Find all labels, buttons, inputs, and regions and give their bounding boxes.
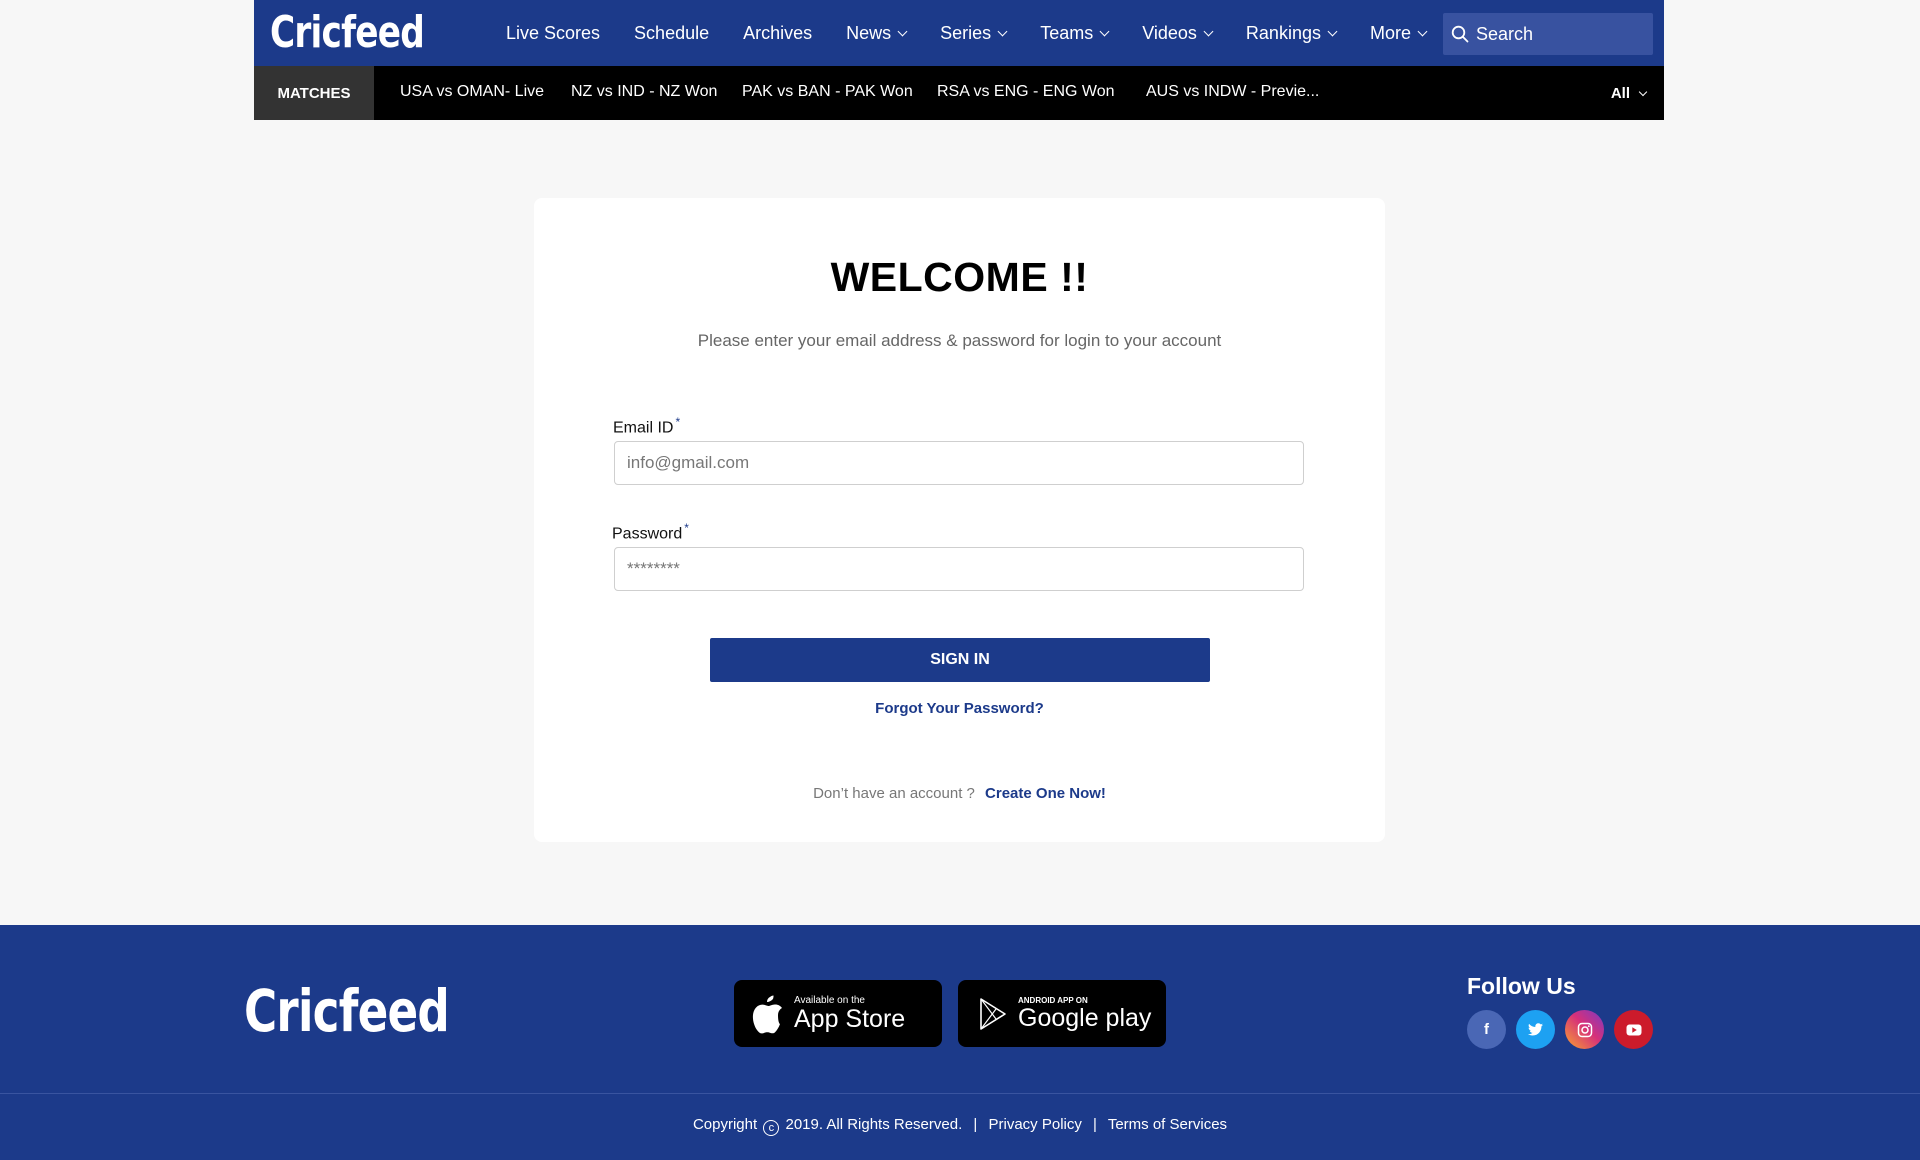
login-subtitle: Please enter your email address & passwo… [697,331,1222,350]
youtube-glyph-icon [1626,1024,1641,1035]
main-nav: Live Scores Schedule Archives News Serie… [506,0,1460,66]
nav-series[interactable]: Series [940,22,1008,44]
twitter-bird-icon [1528,1023,1543,1036]
copyright-text: 2019. All Rights Reserved. [785,1116,963,1133]
login-card: WELCOME !! Please enter your email addre… [534,198,1385,842]
google-play-badge[interactable]: ANDROID APP ON Google play [958,980,1166,1047]
footer-divider [0,1093,1920,1094]
nav-label: Archives [743,22,813,43]
footer: Cricfeed Available on the App Store ANDR… [0,925,1920,1160]
site-logo[interactable]: Cricfeed [270,7,425,58]
signup-prompt: Don’t have an account ? Create One Now! [534,785,1385,802]
match-item[interactable]: PAK vs BAN - PAK Won [742,83,913,101]
nav-label: Videos [1142,22,1197,43]
match-item[interactable]: RSA vs ENG - ENG Won [937,83,1115,101]
nav-label: Live Scores [506,22,601,43]
match-filter-label: All [1610,85,1630,102]
nav-label: Schedule [634,22,710,43]
required-mark: * [684,521,689,535]
sign-in-button[interactable]: SIGN IN [710,638,1210,682]
search-box [1443,13,1653,55]
chevron-down-icon [997,26,1008,36]
separator: | [1093,1116,1097,1133]
nav-schedule[interactable]: Schedule [634,23,709,44]
chevron-down-icon [1099,26,1110,36]
privacy-policy-link[interactable]: Privacy Policy [989,1116,1082,1133]
google-play-text: ANDROID APP ON Google play [1018,996,1151,1031]
follow-us-heading: Follow Us [1467,973,1576,999]
nav-rankings[interactable]: Rankings [1245,22,1338,44]
chevron-down-icon [897,26,908,36]
match-filter-dropdown[interactable]: All [1610,85,1648,102]
nav-label: Series [940,22,992,43]
instagram-glyph-icon [1577,1022,1592,1037]
app-store-big-text: App Store [794,1005,906,1033]
copyright-symbol-icon: c [763,1120,780,1136]
chevron-down-icon [1203,26,1214,36]
separator: | [973,1116,978,1133]
password-label-text: Password [612,525,683,543]
nav-news[interactable]: News [846,22,908,44]
nav-more[interactable]: More [1369,22,1428,44]
email-label-text: Email ID [613,419,674,437]
nav-live-scores[interactable]: Live Scores [506,23,600,44]
terms-link[interactable]: Terms of Services [1108,1116,1227,1133]
youtube-icon[interactable] [1614,1010,1653,1049]
no-account-text: Don’t have an account ? [813,785,975,802]
copyright-prefix: Copyright [692,1116,758,1133]
search-input[interactable] [1476,23,1636,45]
match-item[interactable]: NZ vs IND - NZ Won [571,83,717,101]
match-item[interactable]: USA vs OMAN- Live [400,83,544,101]
nav-label: Teams [1040,22,1094,43]
nav-label: News [846,22,892,43]
chevron-down-icon [1638,87,1648,96]
app-store-badge[interactable]: Available on the App Store [734,980,942,1047]
login-title: WELCOME !! [830,254,1089,300]
password-label: Password * [612,521,689,543]
social-links: f [1467,1010,1663,1049]
twitter-icon[interactable] [1516,1010,1555,1049]
footer-logo[interactable]: Cricfeed [244,977,450,1045]
facebook-icon[interactable]: f [1467,1010,1506,1049]
nav-label: Rankings [1245,22,1321,43]
email-field[interactable] [614,441,1304,485]
password-field[interactable] [614,547,1304,591]
forgot-password-link[interactable]: Forgot Your Password? [534,700,1385,717]
app-store-text: Available on the App Store [794,995,905,1032]
apple-icon [752,995,782,1033]
matches-label: MATCHES [254,66,374,120]
copyright-bar: Copyright c 2019. All Rights Reserved. |… [0,1116,1920,1136]
matches-ticker: MATCHES USA vs OMAN- Live NZ vs IND - NZ… [254,66,1664,120]
nav-teams[interactable]: Teams [1040,22,1110,44]
nav-label: More [1369,22,1411,43]
chevron-down-icon [1417,26,1428,36]
google-play-icon [980,997,1006,1030]
chevron-down-icon [1327,26,1338,36]
instagram-icon[interactable] [1565,1010,1604,1049]
nav-videos[interactable]: Videos [1142,22,1214,44]
search-icon [1451,25,1469,43]
create-account-link[interactable]: Create One Now! [985,785,1106,802]
required-mark: * [675,415,681,429]
google-play-big-text: Google play [1018,1004,1152,1032]
email-label: Email ID * [613,415,680,437]
top-navbar: Cricfeed Live Scores Schedule Archives N… [254,0,1664,66]
nav-archives[interactable]: Archives [743,23,812,44]
match-item[interactable]: AUS vs INDW - Previe... [1146,83,1319,101]
